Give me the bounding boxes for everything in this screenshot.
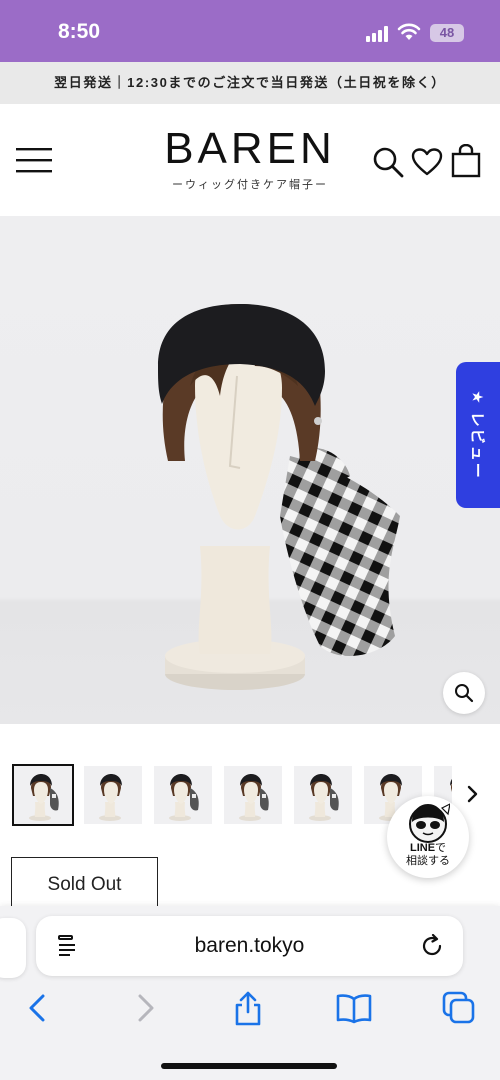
- site-logo[interactable]: BAREN ーウィッグ付きケア帽子ー: [160, 126, 340, 192]
- logo-tagline: ーウィッグ付きケア帽子ー: [172, 179, 328, 191]
- share-icon[interactable]: [230, 990, 266, 1026]
- status-bar: 8:50 48: [0, 0, 500, 62]
- site-header: BAREN ーウィッグ付きケア帽子ー: [0, 104, 500, 216]
- review-tab[interactable]: ★ レビュー: [456, 362, 500, 508]
- logo-text: BAREN: [164, 124, 336, 173]
- magnifier-icon: [455, 684, 474, 703]
- previous-tab-card[interactable]: [0, 918, 26, 978]
- hamburger-menu-icon[interactable]: [16, 146, 52, 174]
- search-icon[interactable]: [372, 146, 404, 178]
- line-label: LINEで 相談する: [387, 842, 469, 868]
- wishlist-heart-icon[interactable]: [411, 148, 443, 176]
- wifi-icon: [397, 23, 421, 40]
- tabs-icon[interactable]: [441, 990, 477, 1026]
- thumbnail[interactable]: [154, 766, 212, 824]
- home-indicator: [161, 1063, 337, 1069]
- forward-icon[interactable]: [127, 990, 163, 1026]
- thumbnail[interactable]: [12, 764, 74, 826]
- thumbnail[interactable]: [294, 766, 352, 824]
- announcement-bar: 翌日発送｜12:30までのご注文で当日発送（土日祝を除く）: [0, 62, 500, 104]
- review-tab-label: ★ レビュー: [468, 390, 486, 480]
- signal-icon: [366, 26, 388, 42]
- browser-toolbar: baren.tokyo: [0, 906, 500, 1080]
- line-avatar-icon: [409, 803, 450, 843]
- line-consult: 相談する: [406, 855, 450, 867]
- back-icon[interactable]: [20, 990, 56, 1026]
- thumbnail[interactable]: [224, 766, 282, 824]
- zoom-button[interactable]: [443, 672, 485, 714]
- thumbnail[interactable]: [84, 766, 142, 824]
- status-time: 8:50: [58, 20, 101, 43]
- product-main-image[interactable]: [0, 216, 500, 724]
- reload-icon[interactable]: [420, 934, 444, 958]
- page-settings-icon[interactable]: [56, 934, 78, 958]
- line-brand: LINE: [409, 842, 436, 854]
- chevron-right-icon[interactable]: [462, 784, 482, 804]
- line-chat-button[interactable]: LINEで 相談する: [387, 796, 469, 878]
- battery-indicator: 48: [430, 24, 464, 42]
- sold-out-button[interactable]: Sold Out: [11, 857, 158, 913]
- mannequin-hat-illustration: [158, 304, 400, 690]
- address-bar[interactable]: baren.tokyo: [36, 916, 463, 976]
- line-suffix: で: [435, 842, 447, 854]
- bookmarks-icon[interactable]: [336, 990, 372, 1026]
- url-text: baren.tokyo: [194, 934, 305, 957]
- shopping-bag-icon[interactable]: [451, 144, 481, 178]
